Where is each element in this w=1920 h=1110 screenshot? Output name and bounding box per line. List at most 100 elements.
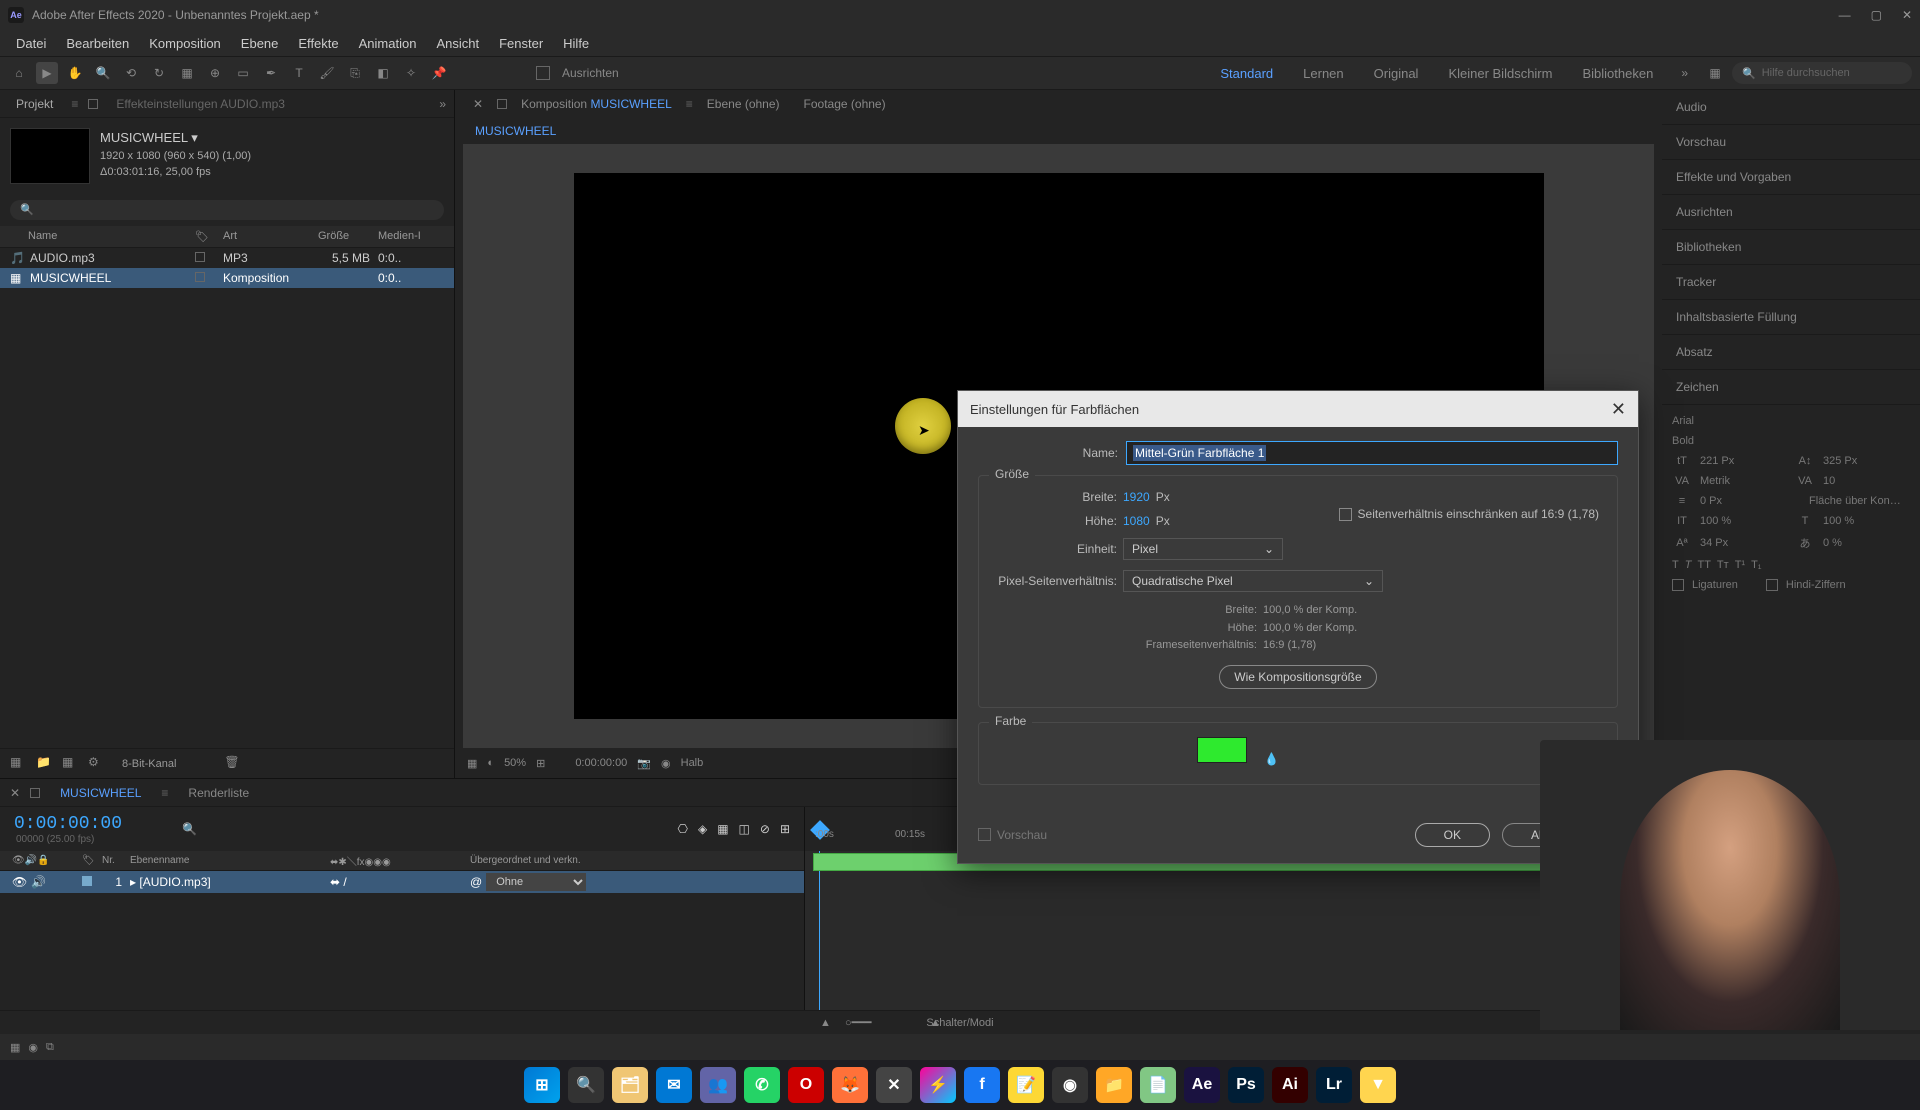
rotation-tool-icon[interactable]: ↻ [148,62,170,84]
tl-zoom-slider[interactable]: ○━━━ [845,1016,872,1029]
workspace-kleiner[interactable]: Kleiner Bildschirm [1436,62,1564,85]
unit-dropdown[interactable]: Pixel ⌄ [1123,538,1283,560]
tl-zoom-out-icon[interactable]: ▲ [820,1017,831,1029]
taskbar-search-icon[interactable]: 🔍 [568,1067,604,1103]
menu-datei[interactable]: Datei [6,32,56,55]
tl-header-num[interactable]: Nr. [98,855,126,866]
comp-thumbnail[interactable] [10,128,90,184]
bit-depth-label[interactable]: 8-Bit-Kanal [122,758,176,770]
taskbar-explorer-icon[interactable]: 🗂 [612,1067,648,1103]
ok-button[interactable]: OK [1415,823,1490,847]
tl-header-parent[interactable]: Übergeordnet und verkn. [466,855,626,866]
rect-tool-icon[interactable]: ▭ [232,62,254,84]
orbit-tool-icon[interactable]: ⟲ [120,62,142,84]
eraser-tool-icon[interactable]: ◧ [372,62,394,84]
hand-tool-icon[interactable]: ✋ [64,62,86,84]
comp-flowchart-breadcrumb[interactable]: MUSICWHEEL [455,118,1662,144]
pen-tool-icon[interactable]: ✒ [260,62,282,84]
font-weight-dropdown[interactable]: Bold [1672,435,1910,447]
panel-paragraph[interactable]: Absatz [1662,335,1920,370]
viewer-snapshot-icon[interactable]: 📷 [637,757,651,770]
layer-visibility-icon[interactable]: 👁 [12,875,27,889]
project-item-musicwheel[interactable]: ▦ MUSICWHEEL Komposition 0:0.. [0,268,454,288]
col-header-tag[interactable]: 🏷 [195,230,223,243]
status-icon-1[interactable]: ▦ [10,1041,20,1054]
aspect-lock-checkbox[interactable] [1339,508,1352,521]
leading-value[interactable]: 325 Px [1823,455,1910,467]
taskbar-facebook-icon[interactable]: f [964,1067,1000,1103]
taskbar-obs-icon[interactable]: ◉ [1052,1067,1088,1103]
taskbar-lr-icon[interactable]: Lr [1316,1067,1352,1103]
col-header-art[interactable]: Art [223,230,318,243]
taskbar-q-icon[interactable]: ▼ [1360,1067,1396,1103]
panel-overflow-icon[interactable]: » [439,97,446,111]
layer-switches[interactable]: ⬌ / [330,875,347,889]
panel-character[interactable]: Zeichen [1662,370,1920,405]
panel-libraries[interactable]: Bibliotheken [1662,230,1920,265]
trash-icon[interactable]: 🗑 [224,755,242,773]
tl-icon-2[interactable]: ◈ [698,822,707,836]
menu-fenster[interactable]: Fenster [489,32,553,55]
subscript-icon[interactable]: T₁ [1751,559,1761,571]
allcaps-icon[interactable]: TT [1697,559,1710,571]
menu-animation[interactable]: Animation [349,32,427,55]
taskbar-opera-icon[interactable]: O [788,1067,824,1103]
tl-icon-5[interactable]: ⊘ [760,822,770,836]
taskbar-folder-icon[interactable]: 📁 [1096,1067,1132,1103]
menu-effekte[interactable]: Effekte [288,32,348,55]
faux-italic-icon[interactable]: T [1685,559,1692,571]
font-family-dropdown[interactable]: Arial [1672,415,1910,427]
viewer-grid-icon[interactable]: ▦ [467,757,477,770]
tab-composition[interactable]: Komposition MUSICWHEEL [511,93,682,115]
tsume-value[interactable]: 0 % [1823,537,1910,549]
fill-over-stroke-dropdown[interactable]: Fläche über Kon… [1809,495,1910,507]
hindi-checkbox[interactable] [1766,579,1778,591]
tl-zoom-in-icon[interactable]: ▲ [930,1017,941,1029]
col-header-name[interactable]: Name [10,230,195,243]
tab-effect-controls[interactable]: Effekteinstellungen AUDIO.mp3 [108,93,293,115]
help-search-input[interactable]: 🔍 Hilfe durchsuchen [1732,62,1912,84]
clone-tool-icon[interactable]: ⎘ [344,62,366,84]
workspace-standard[interactable]: Standard [1208,62,1285,85]
minimize-button[interactable]: — [1839,8,1851,22]
timeline-search-icon[interactable]: 🔍 [182,822,197,836]
parent-dropdown[interactable]: Ohne [486,873,586,891]
layer-name[interactable]: [AUDIO.mp3] [139,875,210,889]
taskbar-firefox-icon[interactable]: 🦊 [832,1067,868,1103]
viewer-mask-icon[interactable]: ◐ [487,757,494,769]
stroke-width-value[interactable]: 0 Px [1700,495,1801,507]
dialog-titlebar[interactable]: Einstellungen für Farbflächen ✕ [958,391,1638,427]
tl-icon-4[interactable]: ◫ [739,822,750,836]
viewer-channel-icon[interactable]: ◉ [661,757,671,770]
viewer-resolution-dropdown[interactable]: Halb [681,757,704,769]
timeline-close-icon[interactable]: ✕ [10,786,20,800]
anchor-tool-icon[interactable]: ⊕ [204,62,226,84]
menu-ansicht[interactable]: Ansicht [426,32,489,55]
layer-label-swatch[interactable] [82,876,92,886]
interpret-footage-icon[interactable]: ▦ [10,755,28,773]
solid-name-input[interactable]: Mittel-Grün Farbfläche 1 [1126,441,1618,465]
timeline-timecode[interactable]: 0:00:00:00 [14,814,122,834]
color-swatch-button[interactable] [1197,737,1247,763]
menu-komposition[interactable]: Komposition [139,32,231,55]
dialog-close-button[interactable]: ✕ [1611,399,1626,420]
status-icon-2[interactable]: ◉ [28,1041,38,1054]
make-comp-size-button[interactable]: Wie Kompositionsgröße [1219,665,1376,689]
tl-icon-1[interactable]: ⎔ [677,822,687,836]
zoom-dropdown[interactable]: 50% [504,757,526,769]
workspace-original[interactable]: Original [1362,62,1431,85]
zoom-tool-icon[interactable]: 🔍 [92,62,114,84]
tl-header-name[interactable]: Ebenenname [126,855,326,866]
faux-bold-icon[interactable]: T [1672,559,1679,571]
tracking-value[interactable]: 10 [1823,475,1910,487]
panel-tracker[interactable]: Tracker [1662,265,1920,300]
font-size-value[interactable]: 221 Px [1700,455,1787,467]
superscript-icon[interactable]: T¹ [1735,559,1745,571]
parent-pickwhip-icon[interactable]: @ [470,875,482,889]
roto-tool-icon[interactable]: ✧ [400,62,422,84]
timeline-layer-row[interactable]: 👁 🔊 1 ▸ [AUDIO.mp3] ⬌ / @ Ohne [0,871,804,893]
playhead-line[interactable] [819,851,820,1010]
hscale-value[interactable]: 100 % [1823,515,1910,527]
par-dropdown[interactable]: Quadratische Pixel ⌄ [1123,570,1383,592]
home-icon[interactable]: ⌂ [8,62,30,84]
